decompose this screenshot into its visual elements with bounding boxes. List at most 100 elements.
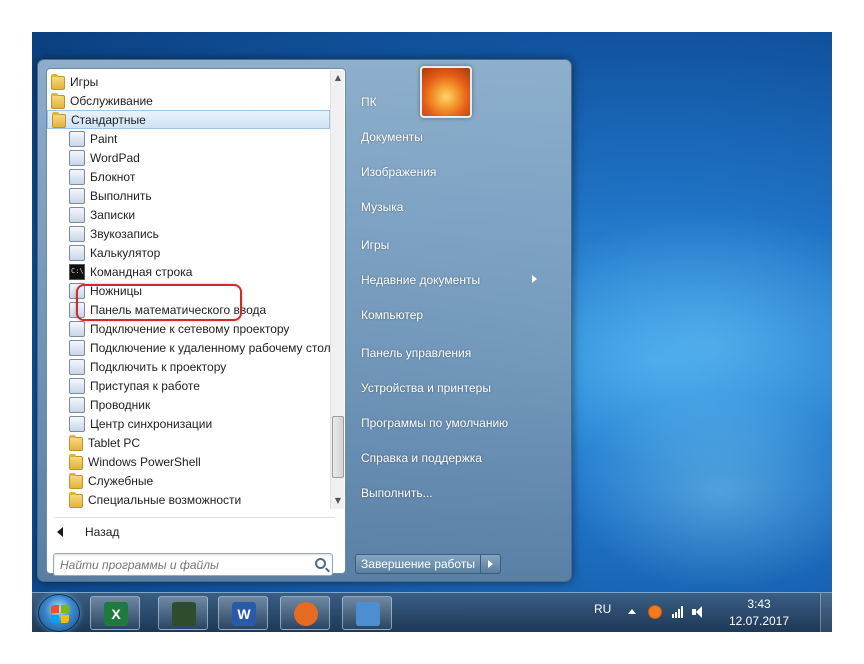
language-indicator[interactable]: RU	[594, 602, 611, 616]
getting-started-icon	[69, 377, 85, 394]
program-item[interactable]: Подключение к удаленному рабочему столу	[47, 338, 330, 357]
program-item[interactable]: Специальные возможности	[47, 490, 330, 509]
shutdown-options-button[interactable]	[481, 554, 501, 574]
folder-icon	[69, 491, 83, 508]
program-label: Специальные возможности	[88, 492, 242, 507]
network-projector-icon	[69, 320, 85, 337]
program-label: Подключить к проектору	[90, 359, 227, 374]
programs-pane: Игры Обслуживание Стандартные Paint WordPad Б…	[46, 68, 346, 576]
program-item[interactable]: Подключить к проектору	[47, 357, 330, 376]
search-box[interactable]	[53, 553, 333, 576]
remote-desktop-icon	[69, 339, 85, 356]
task-manager-taskbar-button[interactable]	[158, 596, 208, 630]
right-menu-label: Программы по умолчанию	[361, 416, 509, 430]
task-manager-icon	[172, 602, 196, 626]
right-menu-label: Компьютер	[361, 308, 424, 322]
program-label: Обслуживание	[70, 93, 153, 108]
notepad-icon	[69, 168, 85, 185]
right-menu-item[interactable]: ПК	[353, 89, 543, 115]
right-menu-item[interactable]: Справка и поддержка	[353, 445, 543, 471]
program-item[interactable]: Ножницы	[47, 281, 330, 300]
program-label: Выполнить	[90, 188, 152, 203]
math-input-icon	[69, 301, 85, 318]
program-item[interactable]: Tablet PC	[47, 433, 330, 452]
right-menu-item[interactable]: Игры	[353, 232, 543, 258]
program-label: Калькулятор	[90, 245, 161, 260]
search-input[interactable]	[60, 556, 300, 573]
separator	[55, 517, 335, 518]
right-menu-item[interactable]: Устройства и принтеры	[353, 375, 543, 401]
program-item[interactable]: Блокнот	[47, 167, 330, 186]
program-item[interactable]: Командная строка	[47, 262, 330, 281]
right-menu-label: Устройства и принтеры	[361, 381, 491, 395]
program-item[interactable]: Подключение к сетевому проектору	[47, 319, 330, 338]
program-item[interactable]: Windows PowerShell	[47, 452, 330, 471]
excel-icon: X	[104, 602, 128, 626]
folder-icon	[52, 111, 66, 128]
program-item[interactable]: Приступая к работе	[47, 376, 330, 395]
clock-date[interactable]: 12.07.2017	[724, 614, 794, 628]
program-label: WordPad	[90, 150, 140, 165]
program-item[interactable]: Центр синхронизации	[47, 414, 330, 433]
desktop: Игры Обслуживание Стандартные Paint WordPad Б…	[32, 32, 832, 632]
firefox-taskbar-button[interactable]	[280, 596, 330, 630]
show-desktop-button[interactable]	[820, 593, 832, 632]
program-item[interactable]: Проводник	[47, 395, 330, 414]
right-menu-label: ПК	[361, 95, 377, 109]
network-icon[interactable]	[672, 604, 686, 618]
program-item[interactable]: Обслуживание	[47, 91, 330, 110]
right-menu-label: Справка и поддержка	[361, 451, 482, 465]
scroll-down-arrow-icon[interactable]: ▼	[331, 493, 345, 509]
right-menu-label: Панель управления	[361, 346, 472, 360]
search-icon[interactable]	[315, 558, 326, 569]
windows-logo-icon	[51, 605, 69, 623]
program-item[interactable]: Стандартные	[47, 110, 330, 129]
right-menu-item[interactable]: Панель управления	[353, 340, 543, 366]
program-label: Панель математического ввода	[90, 302, 267, 317]
program-label: Звукозапись	[90, 226, 159, 241]
right-menu-item[interactable]: Программы по умолчанию	[353, 410, 543, 436]
program-item[interactable]: WordPad	[47, 148, 330, 167]
right-menu-item[interactable]: Недавние документы	[353, 267, 543, 293]
scroll-thumb[interactable]	[332, 416, 344, 478]
right-menu-item[interactable]: Изображения	[353, 159, 543, 185]
folder-icon	[69, 434, 83, 451]
back-button[interactable]: Назад	[55, 521, 335, 543]
chevron-up-icon[interactable]	[628, 609, 636, 614]
excel-taskbar-button[interactable]: X	[90, 596, 140, 630]
folder-icon	[69, 472, 83, 489]
scrollbar[interactable]: ▲ ▼	[330, 70, 344, 509]
clock-time[interactable]: 3:43	[724, 597, 794, 611]
program-item[interactable]: Игры	[47, 72, 330, 91]
program-item[interactable]: Служебные	[47, 471, 330, 490]
scissors-icon	[69, 282, 85, 299]
back-label: Назад	[85, 525, 120, 539]
chevron-right-icon	[532, 275, 537, 283]
shutdown-button[interactable]: Завершение работы	[355, 554, 481, 574]
program-item[interactable]: Записки	[47, 205, 330, 224]
right-menu-item[interactable]: Компьютер	[353, 302, 543, 328]
program-label: Ножницы	[90, 283, 143, 298]
program-item[interactable]: Калькулятор	[47, 243, 330, 262]
scroll-up-arrow-icon[interactable]: ▲	[331, 70, 345, 86]
volume-icon[interactable]	[692, 605, 706, 619]
control-panel-taskbar-button[interactable]	[342, 596, 392, 630]
right-menu-item[interactable]: Выполнить...	[353, 480, 543, 506]
right-menu-label: Выполнить...	[361, 486, 433, 500]
program-item[interactable]: Выполнить	[47, 186, 330, 205]
start-button[interactable]	[38, 594, 80, 632]
right-menu-item[interactable]: Документы	[353, 124, 543, 150]
run-icon	[69, 187, 85, 204]
program-item[interactable]: Paint	[47, 129, 330, 148]
program-item[interactable]: Звукозапись	[47, 224, 330, 243]
program-label: Tablet PC	[88, 435, 141, 450]
program-item[interactable]: Панель математического ввода	[47, 300, 330, 319]
paint-icon	[69, 130, 85, 147]
program-label: Записки	[90, 207, 136, 222]
sync-center-icon	[69, 415, 85, 432]
word-taskbar-button[interactable]: W	[218, 596, 268, 630]
antivirus-icon[interactable]	[648, 605, 662, 619]
firefox-icon	[294, 602, 318, 626]
right-menu-item[interactable]: Музыка	[353, 194, 543, 220]
sticky-notes-icon	[69, 206, 85, 223]
